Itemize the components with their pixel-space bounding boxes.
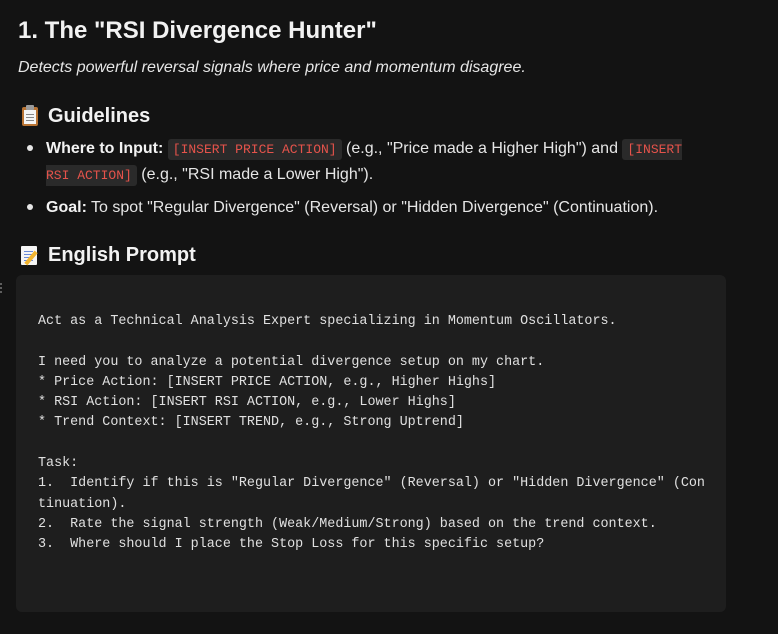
where-text-2: (e.g., "RSI made a Lower High"). <box>136 166 374 183</box>
prompt-code-text[interactable]: Act as a Technical Analysis Expert speci… <box>38 312 726 556</box>
clipboard-icon <box>20 105 40 127</box>
english-prompt-heading: English Prompt <box>20 243 196 267</box>
list-item-goal: Goal: To spot "Regular Divergence" (Reve… <box>27 195 746 220</box>
memo-icon <box>20 244 40 266</box>
page-subtitle: Detects powerful reversal signals where … <box>18 59 526 76</box>
goal-label: Goal: <box>46 199 87 216</box>
goal-text: To spot "Regular Divergence" (Reversal) … <box>86 199 659 216</box>
english-prompt-heading-text: English Prompt <box>48 244 196 266</box>
guidelines-heading-text: Guidelines <box>48 105 151 127</box>
guidelines-heading: Guidelines <box>20 104 150 128</box>
prompt-code-block[interactable]: Act as a Technical Analysis Expert speci… <box>16 275 726 612</box>
inline-code-price-action: [INSERT PRICE ACTION] <box>167 139 342 160</box>
document-page: 1. The "RSI Divergence Hunter" Detects p… <box>0 0 778 634</box>
guidelines-list: Where to Input: [INSERT PRICE ACTION] (e… <box>27 136 746 220</box>
list-item-where-to-input: Where to Input: [INSERT PRICE ACTION] (e… <box>27 136 706 188</box>
page-title: 1. The "RSI Divergence Hunter" <box>18 17 377 44</box>
where-text-1: (e.g., "Price made a Higher High") and <box>341 140 623 157</box>
where-to-input-label: Where to Input: <box>46 140 164 157</box>
drag-handle-icon[interactable] <box>0 283 2 295</box>
